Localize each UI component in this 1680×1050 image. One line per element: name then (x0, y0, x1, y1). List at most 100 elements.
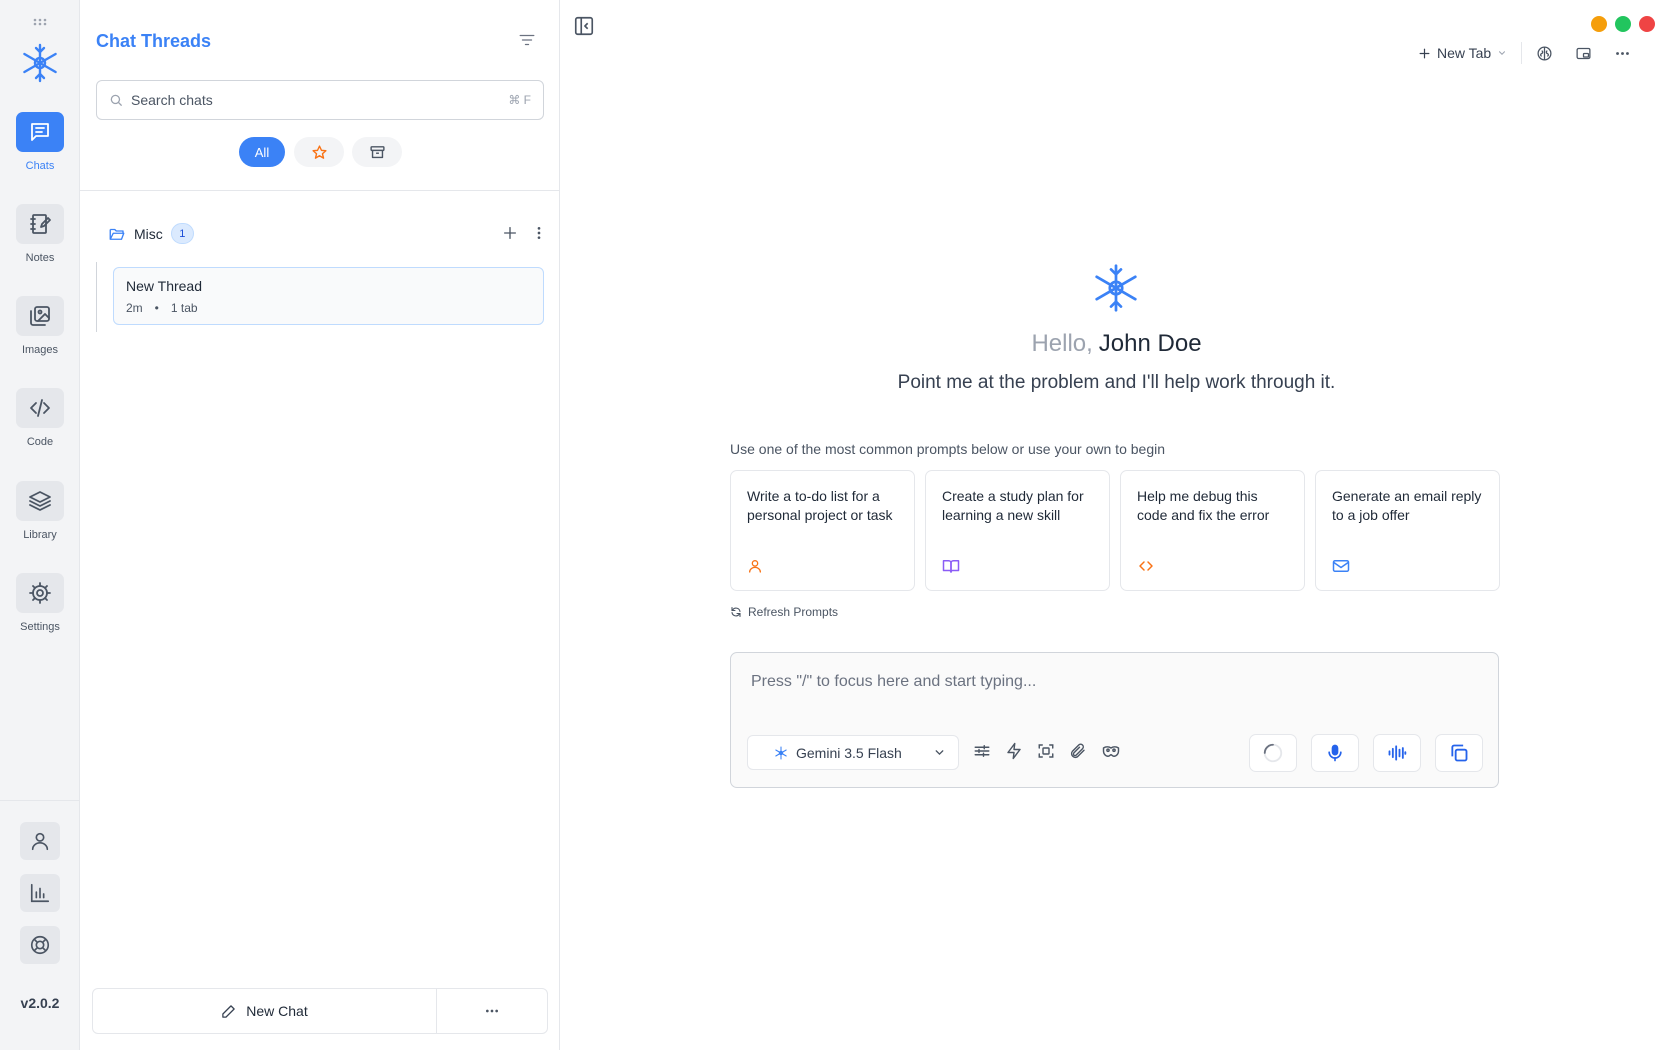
user-icon (747, 558, 763, 574)
prompt-card-text: Help me debug this code and fix the erro… (1137, 488, 1270, 523)
audio-waveform-icon (1386, 743, 1408, 763)
add-thread-icon[interactable] (502, 225, 518, 241)
thread-item[interactable]: New Thread 2m • 1 tab (113, 267, 544, 325)
voice-mode-button[interactable] (1373, 734, 1421, 772)
rail-notes[interactable]: Notes (0, 204, 80, 264)
search-icon (109, 93, 123, 107)
panel-more-button[interactable] (437, 989, 547, 1033)
gear-icon (16, 573, 64, 613)
prompt-card[interactable]: Create a study plan for learning a new s… (925, 470, 1110, 591)
toolbar-divider (1521, 42, 1523, 64)
book-icon (942, 558, 960, 574)
rail-notes-label: Notes (25, 252, 55, 264)
bar-chart-icon (29, 882, 51, 904)
rail-images[interactable]: Images (0, 296, 80, 356)
tab-toolbar: New Tab (1418, 42, 1631, 64)
sliders-icon[interactable] (973, 742, 991, 760)
message-input[interactable] (751, 673, 1471, 703)
filter-icon[interactable] (518, 31, 536, 49)
chevron-down-icon (1497, 48, 1507, 58)
thread-tab-count: 1 tab (170, 301, 198, 315)
brain-icon[interactable] (1536, 45, 1553, 62)
folder-open-icon (108, 225, 126, 243)
prompt-card-text: Write a to-do list for a personal projec… (747, 488, 893, 523)
thread-meta: 2m • 1 tab (126, 301, 531, 315)
chevron-down-icon (933, 746, 946, 759)
model-logo-icon (774, 745, 788, 760)
help-button[interactable] (20, 926, 60, 964)
thread-title: New Thread (126, 278, 203, 294)
new-chat-button[interactable]: New Chat (93, 989, 437, 1033)
window-controls (1591, 16, 1655, 32)
copy-button[interactable] (1435, 734, 1483, 772)
loading-button[interactable] (1249, 734, 1297, 772)
window-maximize-button[interactable] (1615, 16, 1631, 32)
new-tab-button[interactable]: New Tab (1418, 45, 1507, 61)
thread-meta-separator: • (154, 301, 159, 315)
refresh-prompts-label: Refresh Prompts (748, 605, 839, 619)
rail-code[interactable]: Code (0, 388, 80, 448)
refresh-prompts-button[interactable]: Refresh Prompts (730, 605, 838, 619)
user-icon (29, 830, 51, 852)
prompt-card[interactable]: Write a to-do list for a personal projec… (730, 470, 915, 591)
folder-header[interactable]: Misc 1 (108, 223, 194, 244)
loading-spinner-icon (1262, 742, 1284, 764)
folder-count-badge: 1 (170, 223, 194, 244)
model-selector[interactable]: Gemini 3.5 Flash (747, 735, 959, 770)
microphone-button[interactable] (1311, 734, 1359, 772)
user-name: John Doe (1098, 330, 1202, 357)
threads-panel: Chat Threads ⌘ F All Misc 1 New Thread 2… (80, 0, 560, 1050)
filter-starred-button[interactable] (294, 137, 344, 167)
new-tab-label: New Tab (1437, 45, 1492, 61)
prompt-card-text: Create a study plan for learning a new s… (942, 488, 1084, 523)
archive-icon (369, 144, 386, 161)
composer-tools (973, 742, 1121, 760)
rail-code-label: Code (26, 436, 54, 448)
profile-button[interactable] (20, 822, 60, 860)
prompt-hint: Use one of the most common prompts below… (730, 441, 1165, 457)
hero-logo-icon (1090, 262, 1142, 314)
prompt-cards: Write a to-do list for a personal projec… (730, 470, 1500, 591)
copy-icon (1449, 743, 1469, 763)
greeting-hello: Hello, (1031, 330, 1093, 357)
folder-name: Misc (134, 225, 163, 242)
more-horizontal-icon (484, 1003, 500, 1019)
search-shortcut: ⌘ F (508, 93, 531, 107)
plus-icon (1418, 47, 1431, 60)
rail-library-label: Library (23, 529, 57, 541)
rail-library[interactable]: Library (0, 481, 80, 541)
microphone-icon (1325, 743, 1345, 763)
filter-all-button[interactable]: All (239, 137, 285, 167)
prompt-card[interactable]: Help me debug this code and fix the erro… (1120, 470, 1305, 591)
new-chat-label: New Chat (246, 1003, 308, 1019)
filter-archived-button[interactable] (352, 137, 402, 167)
lightning-icon[interactable] (1005, 742, 1023, 760)
greeting: Hello, John Doe (560, 330, 1673, 358)
window-minimize-button[interactable] (1591, 16, 1607, 32)
model-name: Gemini 3.5 Flash (796, 744, 902, 761)
prompt-card[interactable]: Generate an email reply to a job offer (1315, 470, 1500, 591)
picture-in-picture-icon[interactable] (1575, 45, 1592, 62)
code-icon (16, 388, 64, 428)
more-horizontal-icon[interactable] (1614, 45, 1631, 62)
rail-settings[interactable]: Settings (0, 573, 80, 633)
thread-tree-line (96, 262, 97, 332)
analytics-button[interactable] (20, 874, 60, 912)
star-icon (311, 144, 328, 161)
rail-chats-label: Chats (25, 160, 55, 172)
rail-settings-label: Settings (20, 621, 60, 633)
lifebuoy-icon (29, 934, 51, 956)
sidebar-toggle-icon[interactable] (573, 15, 595, 37)
more-vertical-icon[interactable] (531, 225, 547, 241)
rail-chats[interactable]: Chats (0, 112, 80, 172)
mask-icon[interactable] (1101, 742, 1121, 760)
images-icon (16, 296, 64, 336)
screen-capture-icon[interactable] (1037, 742, 1055, 760)
mail-icon (1332, 558, 1350, 574)
panel-title: Chat Threads (96, 31, 212, 51)
drag-handle-icon[interactable] (33, 18, 47, 26)
paperclip-icon[interactable] (1069, 742, 1087, 760)
search-input[interactable] (131, 92, 509, 108)
composer: Gemini 3.5 Flash (730, 652, 1499, 788)
window-close-button[interactable] (1639, 16, 1655, 32)
